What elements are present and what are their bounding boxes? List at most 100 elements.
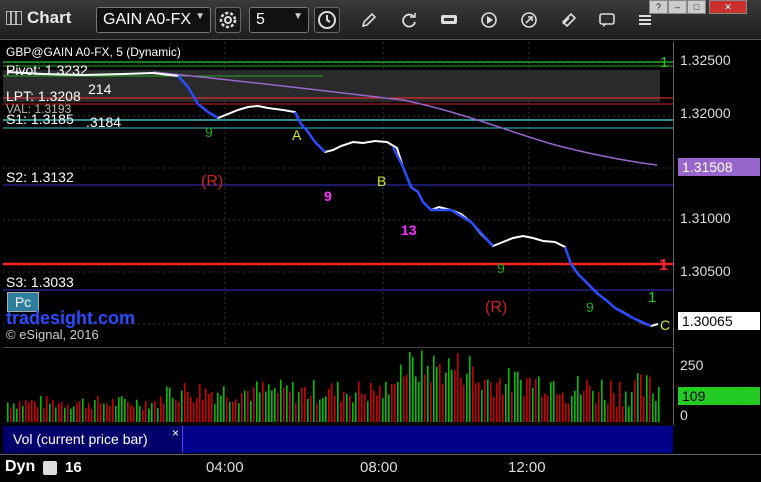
dynamic-scale-label: Dyn xyxy=(5,458,36,475)
price-axis[interactable]: 1.32500 1.32000 1.31508 1.31000 1.30500 … xyxy=(673,42,761,346)
volume-bar xyxy=(412,356,414,422)
volume-bar xyxy=(163,403,165,422)
volume-bar xyxy=(67,404,69,422)
volume-bar xyxy=(235,399,237,422)
volume-bar xyxy=(484,379,486,422)
volume-bar xyxy=(94,399,96,422)
volume-bar xyxy=(337,381,339,422)
volume-bar xyxy=(151,403,153,422)
volume-bar xyxy=(79,400,81,422)
volume-bar xyxy=(304,387,306,422)
volume-bar xyxy=(475,383,477,422)
volume-bar xyxy=(454,370,456,422)
last-price-tag: 1.30065 xyxy=(678,312,760,330)
volume-bar xyxy=(463,385,465,422)
volume-bar xyxy=(316,403,318,422)
get-data-icon[interactable] xyxy=(440,11,458,29)
volume-bar xyxy=(190,397,192,422)
maximize-button[interactable]: □ xyxy=(687,0,706,14)
volume-bar xyxy=(490,382,492,422)
volume-bar xyxy=(346,393,348,422)
volume-bar xyxy=(580,394,582,422)
volume-bar xyxy=(10,408,12,422)
volume-bar xyxy=(499,378,501,422)
pattern-marker-c: C xyxy=(660,317,671,333)
volume-bar xyxy=(241,393,243,422)
volume-axis[interactable]: 250 109 0 xyxy=(673,347,761,425)
volume-bar xyxy=(640,374,642,422)
volume-bar xyxy=(568,403,570,422)
volume-bar xyxy=(583,390,585,422)
refresh-icon[interactable] xyxy=(400,11,418,29)
volume-bar xyxy=(223,386,225,422)
volume-bar xyxy=(616,406,618,422)
volume-bar xyxy=(28,402,30,422)
volume-tick: 0 xyxy=(680,407,688,423)
chat-icon[interactable] xyxy=(598,11,616,29)
minimize-button[interactable]: – xyxy=(668,0,687,14)
volume-bar xyxy=(139,405,141,422)
volume-bar xyxy=(361,393,363,422)
setup-count-marker: 9 xyxy=(586,299,594,315)
volume-bar xyxy=(43,408,45,422)
volume-bar xyxy=(226,397,228,422)
volume-bar xyxy=(607,403,609,422)
study-tab[interactable]: Vol (current price bar) xyxy=(3,426,183,453)
sequential-count-marker: 13 xyxy=(401,222,417,238)
volume-bar xyxy=(244,390,246,422)
volume-bar xyxy=(121,396,123,422)
pencil-icon[interactable] xyxy=(360,11,378,29)
time-axis[interactable]: Dyn 16 04:00 08:00 12:00 xyxy=(0,454,761,482)
volume-bar xyxy=(367,400,369,422)
help-button[interactable]: ? xyxy=(649,0,668,14)
volume-bar xyxy=(409,352,411,422)
volume-bar xyxy=(280,379,282,422)
volume-bar xyxy=(16,408,18,422)
calendar-icon[interactable] xyxy=(43,461,57,475)
symbol-value: GAIN A0-FX xyxy=(103,11,192,28)
price-chart-panel[interactable]: GBP@GAIN A0-FX, 5 (Dynamic) Pivot: 1.323… xyxy=(3,42,673,346)
close-study-icon[interactable]: × xyxy=(172,426,179,440)
volume-bar xyxy=(604,399,606,422)
volume-bar xyxy=(307,398,309,422)
volume-bar xyxy=(202,399,204,422)
volume-bar xyxy=(181,390,183,422)
volume-bar xyxy=(214,403,216,422)
volume-bar xyxy=(118,397,120,422)
volume-bar xyxy=(442,383,444,422)
symbol-selector[interactable]: GAIN A0-FX ▼ xyxy=(96,7,211,33)
navigate-icon[interactable] xyxy=(520,11,538,29)
close-button[interactable]: ✕ xyxy=(709,0,747,14)
volume-bar xyxy=(394,383,396,422)
volume-bar xyxy=(34,401,36,422)
volume-bar xyxy=(565,403,567,422)
volume-bar xyxy=(646,375,648,422)
volume-bar xyxy=(37,407,39,422)
volume-bar xyxy=(595,403,597,422)
chart-window-icon xyxy=(6,11,22,25)
volume-bar xyxy=(433,355,435,422)
volume-bar xyxy=(334,395,336,422)
volume-bar xyxy=(154,401,156,422)
link-icon[interactable] xyxy=(560,11,578,29)
play-icon[interactable] xyxy=(480,11,498,29)
volume-bar xyxy=(262,381,264,422)
volume-bar xyxy=(229,402,231,422)
volume-bar xyxy=(391,383,393,422)
gear-icon xyxy=(219,11,237,29)
price-tick: 1.32000 xyxy=(680,105,731,121)
volume-panel[interactable] xyxy=(3,347,673,426)
volume-bar xyxy=(238,403,240,422)
volume-bar xyxy=(217,392,219,422)
volume-bar xyxy=(376,395,378,422)
volume-bar xyxy=(472,366,474,422)
settings-button[interactable] xyxy=(215,7,241,33)
interval-selector[interactable]: 5 ▼ xyxy=(249,7,309,33)
time-template-button[interactable] xyxy=(314,7,340,33)
volume-bar xyxy=(637,373,639,422)
volume-bar xyxy=(514,371,516,422)
volume-bar xyxy=(49,403,51,422)
volume-bar xyxy=(157,408,159,422)
volume-bar xyxy=(283,387,285,422)
volume-bar xyxy=(634,380,636,422)
